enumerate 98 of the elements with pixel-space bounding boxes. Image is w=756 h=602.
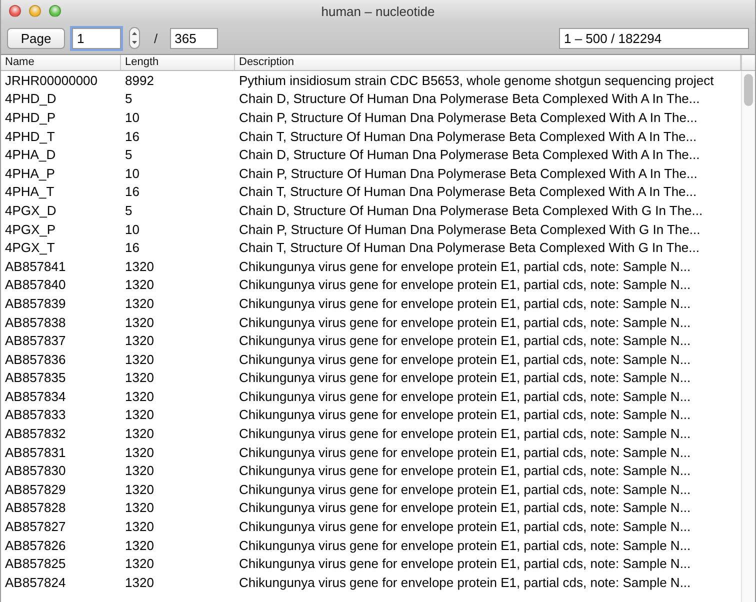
table-cell-text: AB857828 xyxy=(4,500,67,516)
table-cell-text: Chikungunya virus gene for envelope protein E1, partial cds, note: Sample N... xyxy=(238,352,692,367)
table-cell-text: Chikungunya virus gene for envelope protein E1, partial cds, note: Sample N... xyxy=(238,258,692,274)
close-button[interactable] xyxy=(9,5,21,17)
table-cell-text: 16 xyxy=(124,128,140,144)
table-cell-text: AB857832 xyxy=(4,426,67,442)
table-cell-text: Chikungunya virus gene for envelope protein E1, partial cds, note: Sample N... xyxy=(238,314,692,330)
column-header[interactable]: Description xyxy=(235,55,741,70)
table-cell-text: Chikungunya virus gene for envelope protein E1, partial cds, note: Sample N... xyxy=(238,370,692,386)
table-cell-text: Chain D, Structure Of Human Dna Polymerase Beta Complexed With G In The... xyxy=(238,202,704,218)
table-cell-text: 1320 xyxy=(124,444,155,460)
table-cell-text: Chikungunya virus gene for envelope protein E1, partial cds, note: Sample N... xyxy=(238,500,692,516)
range-field[interactable]: 1 – 500 / 182294 xyxy=(559,28,749,48)
scroll-thumb[interactable] xyxy=(744,74,753,106)
stepper-icon[interactable] xyxy=(129,27,140,49)
window-title: human – nucleotide xyxy=(321,4,435,18)
table-cell-text: Chikungunya virus gene for envelope protein E1, partial cds, note: Sample N... xyxy=(238,519,692,534)
table-cell-text: Chikungunya virus gene for envelope protein E1, partial cds, note: Sample N... xyxy=(238,482,692,497)
table-cell-text: 10 xyxy=(124,166,140,181)
table-cell-text: Chikungunya virus gene for envelope protein E1, partial cds, note: Sample N... xyxy=(238,463,692,478)
table-cell-text: 1320 xyxy=(124,352,155,367)
separator-text: / xyxy=(154,30,158,46)
table-cell-text: 1320 xyxy=(124,482,155,497)
table-cell-text: AB857826 xyxy=(4,538,67,553)
table-cell-text: AB857824 xyxy=(4,574,67,590)
table-cell-text: AB857834 xyxy=(4,388,67,404)
zoom-button[interactable] xyxy=(49,5,61,17)
table-cell-text: Chikungunya virus gene for envelope protein E1, partial cds, note: Sample N... xyxy=(238,426,692,442)
table-cell-text: 4PHD_T xyxy=(4,128,56,144)
table-cell-text: Chikungunya virus gene for envelope protein E1, partial cds, note: Sample N... xyxy=(238,407,692,422)
minimize-button[interactable] xyxy=(29,5,41,17)
table-cell-text: 1320 xyxy=(124,277,155,292)
table-cell-text: 1320 xyxy=(124,519,155,534)
table-cell-text: 1320 xyxy=(124,426,155,442)
table-cell-text: 4PHA_T xyxy=(4,184,56,200)
table-cell-text: AB857833 xyxy=(4,407,67,422)
table-cell-text: Chain P, Structure Of Human Dna Polymerase Beta Complexed With A In The... xyxy=(238,166,698,181)
page-field[interactable]: 1 xyxy=(72,28,121,48)
table-cell-text: 4PHD_P xyxy=(4,110,57,125)
table-cell-text: 1320 xyxy=(124,314,155,330)
table-cell-text: 5 xyxy=(124,147,134,162)
table-cell-text: 1320 xyxy=(124,296,155,311)
total-pages-field[interactable]: 365 xyxy=(170,28,218,48)
table-cell-text: AB857838 xyxy=(4,314,67,330)
table-cell-text: 16 xyxy=(124,184,140,200)
table-cell-text: 16 xyxy=(124,240,140,256)
table-cell-text: Chikungunya virus gene for envelope protein E1, partial cds, note: Sample N... xyxy=(238,333,692,348)
table-cell-text: 4PHA_P xyxy=(4,166,56,181)
table-cell-text: 5 xyxy=(124,91,134,106)
table-cell-text: Chikungunya virus gene for envelope protein E1, partial cds, note: Sample N... xyxy=(238,444,692,460)
table-cell-text: 1320 xyxy=(124,538,155,553)
table-cell-text: 1320 xyxy=(124,500,155,516)
table-cell-text: Chain T, Structure Of Human Dna Polymerase Beta Complexed With G In The... xyxy=(238,240,700,256)
table-cell-text: AB857835 xyxy=(4,370,67,386)
table-cell-text: JRHR00000000 xyxy=(4,72,99,88)
table-cell-text: Pythium insidiosum strain CDC B5653, whole genome shotgun sequencing project xyxy=(238,72,715,88)
column-header[interactable]: Name xyxy=(1,55,121,70)
table-cell-text: AB857831 xyxy=(4,444,67,460)
table-cell-text: 4PGX_D xyxy=(4,202,58,218)
table-cell-text: Chikungunya virus gene for envelope protein E1, partial cds, note: Sample N... xyxy=(238,538,692,553)
table-cell-text: 1320 xyxy=(124,407,155,422)
table-cell-text: 1320 xyxy=(124,463,155,478)
table-cell-text: AB857827 xyxy=(4,519,67,534)
table-cell-text: Chain P, Structure Of Human Dna Polymerase Beta Complexed With G In The... xyxy=(238,222,702,237)
table-cell-text: AB857829 xyxy=(4,482,67,497)
table-cell-text: Chain T, Structure Of Human Dna Polymerase Beta Complexed With A In The... xyxy=(238,184,698,200)
table-cell-text: Chikungunya virus gene for envelope protein E1, partial cds, note: Sample N... xyxy=(238,296,692,311)
table-cell-text: 1320 xyxy=(124,370,155,386)
table-cell-text: AB857840 xyxy=(4,277,67,292)
table-cell-text: Chikungunya virus gene for envelope protein E1, partial cds, note: Sample N... xyxy=(238,388,692,404)
table-cell-text: Chain P, Structure Of Human Dna Polymerase Beta Complexed With A In The... xyxy=(238,110,698,125)
table-cell-text: AB857837 xyxy=(4,333,67,348)
table-cell-text: Chikungunya virus gene for envelope protein E1, partial cds, note: Sample N... xyxy=(238,574,692,590)
table-cell-text: AB857825 xyxy=(4,556,67,572)
table-cell-text: 4PGX_T xyxy=(4,240,56,256)
table-cell-text: AB857830 xyxy=(4,463,67,478)
table-cell-text: Chain D, Structure Of Human Dna Polymerase Beta Complexed With A In The... xyxy=(238,91,701,106)
table-cell-text: 5 xyxy=(124,202,134,218)
table-cell-text: Chikungunya virus gene for envelope protein E1, partial cds, note: Sample N... xyxy=(238,556,692,572)
table-cell-text: 1320 xyxy=(124,556,155,572)
table-cell-text: AB857836 xyxy=(4,352,67,367)
table-cell-text: Chikungunya virus gene for envelope protein E1, partial cds, note: Sample N... xyxy=(238,277,692,292)
table-cell-text: 10 xyxy=(124,222,140,237)
table-cell-text: 4PHA_D xyxy=(4,147,57,162)
table-cell-text: 4PHD_D xyxy=(4,91,58,106)
table-cell-text: 1320 xyxy=(124,388,155,404)
table-cell-text: Chain D, Structure Of Human Dna Polymerase Beta Complexed With A In The... xyxy=(238,147,701,162)
table-cell-text: AB857839 xyxy=(4,296,67,311)
table-cell-text: 1320 xyxy=(124,574,155,590)
table-cell-text: 1320 xyxy=(124,333,155,348)
table-cell-text: Chain T, Structure Of Human Dna Polymerase Beta Complexed With A In The... xyxy=(238,128,698,144)
table-cell-text: 4PGX_P xyxy=(4,222,57,237)
page-button[interactable]: Page xyxy=(7,28,65,48)
table-cell-text: 10 xyxy=(124,110,140,125)
table-cell-text: AB857841 xyxy=(4,258,67,274)
column-header[interactable]: Length xyxy=(121,55,235,70)
table-cell-text: 1320 xyxy=(124,258,155,274)
table-cell-text: 8992 xyxy=(124,72,155,88)
